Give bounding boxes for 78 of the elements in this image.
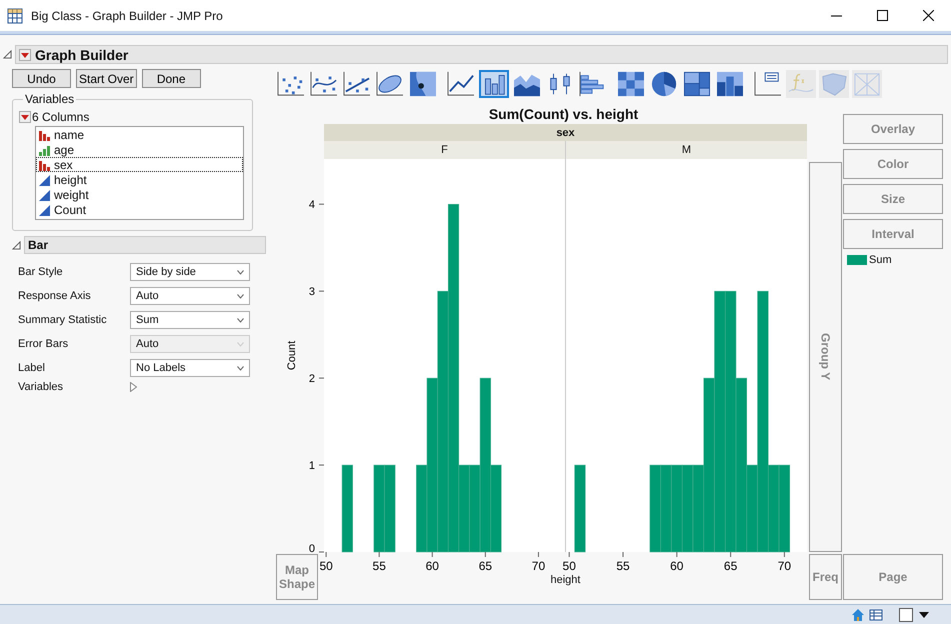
columns-count: 6 Columns [32, 110, 90, 124]
x-tick-label: 50 [562, 559, 576, 573]
treemap-graph-icon[interactable] [682, 70, 712, 98]
window-title: Big Class - Graph Builder - JMP Pro [31, 8, 224, 22]
chevron-down-icon [237, 318, 244, 322]
column-item[interactable]: height [36, 172, 243, 187]
disclosure-icon[interactable] [12, 240, 21, 250]
column-item[interactable]: Count [36, 202, 243, 217]
option-label: Label [18, 362, 46, 374]
x-tick-label: 60 [670, 559, 684, 573]
column-item[interactable]: sex [36, 157, 243, 172]
expand-triangle-icon[interactable] [130, 382, 137, 392]
legend-label: Sum [869, 254, 892, 266]
chevron-down-icon [237, 294, 244, 298]
x-tick-label: 55 [616, 559, 630, 573]
option-label: Response Axis [18, 290, 92, 302]
column-item[interactable]: weight [36, 187, 243, 202]
group-label: Variables [24, 92, 76, 106]
toolbar-button[interactable]: Start Over [76, 69, 137, 88]
disclosure-icon[interactable] [3, 50, 12, 59]
ellipse-graph-icon[interactable] [375, 70, 405, 98]
x-tick-label: 60 [426, 559, 439, 573]
dropdown[interactable]: No Labels [130, 359, 250, 377]
y-tick-label: 4 [308, 199, 315, 212]
column-item[interactable]: age [36, 142, 243, 157]
y-tick-label: 0 [308, 543, 315, 555]
dropdown[interactable]: Side by side [130, 263, 250, 281]
pie-graph-icon[interactable] [649, 70, 679, 98]
nominal-icon [38, 128, 52, 140]
facet-label: M [566, 141, 807, 159]
dropdown[interactable]: Sum [130, 311, 250, 329]
points-graph-icon[interactable] [276, 70, 306, 98]
option-label: Bar Style [18, 266, 64, 278]
maximize-icon[interactable] [876, 10, 888, 21]
y-axis-title: Count [286, 340, 298, 370]
mosaic-graph-icon[interactable] [715, 70, 745, 98]
chevron-down-icon [237, 270, 244, 274]
close-icon[interactable] [922, 10, 934, 21]
heatmap-graph-icon[interactable] [616, 70, 646, 98]
smoother-graph-icon[interactable] [309, 70, 339, 98]
x-tick-label: 55 [372, 559, 386, 573]
x-tick-label: 50 [319, 559, 333, 573]
square-icon[interactable] [899, 608, 913, 622]
bar-graph-icon[interactable] [479, 70, 509, 98]
x-tick-label: 70 [532, 559, 546, 573]
chevron-down-icon [237, 342, 244, 346]
y-tick-label: 3 [308, 286, 315, 298]
fit-graph-icon[interactable] [342, 70, 372, 98]
continuous-icon [38, 204, 52, 216]
table-icon[interactable] [869, 608, 883, 622]
column-item[interactable]: name [36, 127, 243, 142]
continuous-icon [38, 174, 52, 186]
option-label: Summary Statistic [18, 314, 108, 326]
dropdown[interactable]: Auto [130, 287, 250, 305]
ordinal-icon [38, 144, 52, 156]
toolbar-button[interactable]: Undo [12, 69, 71, 88]
nominal-icon [38, 158, 52, 170]
chevron-down-icon [237, 366, 244, 370]
facet-label: F [324, 141, 565, 159]
home-icon[interactable] [851, 608, 865, 622]
caption-graph-icon[interactable] [753, 70, 783, 98]
y-tick-label: 2 [308, 373, 315, 386]
toolbar-button[interactable]: Done [142, 69, 201, 88]
graph-builder-title: Graph Builder [35, 46, 128, 62]
x-tick-label: 65 [724, 559, 738, 573]
y-tick-label: 1 [308, 460, 315, 472]
table-grid-icon [7, 8, 23, 24]
option-label: Variables [18, 381, 64, 393]
contour-graph-icon[interactable] [408, 70, 438, 98]
x-tick-label: 65 [478, 559, 492, 573]
continuous-icon [38, 188, 52, 200]
x-axis-title: height [550, 574, 580, 586]
option-label: Error Bars [18, 338, 70, 350]
x-tick-label: 70 [778, 559, 792, 573]
line-graph-icon[interactable] [446, 70, 476, 98]
facet-title: sex [324, 124, 807, 141]
section-title: Bar [28, 238, 48, 252]
graph-title: Sum(Count) vs. height [488, 106, 640, 122]
